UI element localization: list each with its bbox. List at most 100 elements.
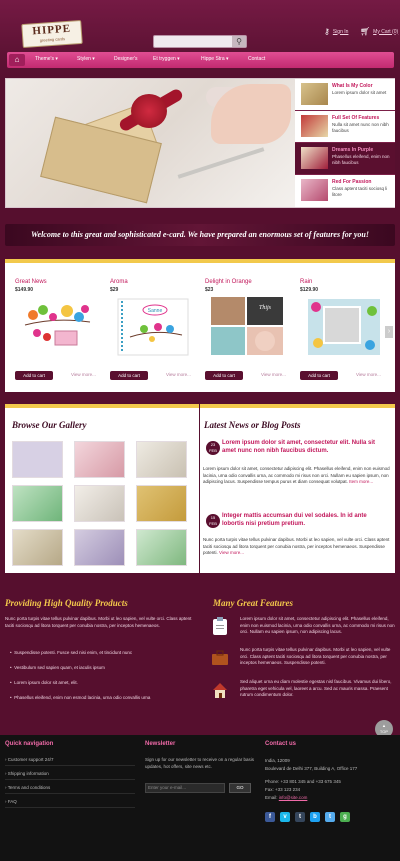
product-name[interactable]: Aroma — [110, 279, 195, 285]
nav-item-themes[interactable]: Theme's ▾ — [35, 56, 58, 62]
date-badge: 23 FEB — [206, 441, 220, 455]
read-more-link[interactable]: View more... — [219, 550, 244, 555]
gallery-thumb[interactable] — [136, 529, 187, 566]
quick-nav-title: Quick navigation — [5, 741, 54, 747]
footer-link[interactable]: › FAQ — [5, 799, 135, 808]
view-more-link[interactable]: View more... — [71, 372, 96, 377]
key-icon: ⚷ — [324, 27, 330, 36]
hero-image[interactable] — [6, 79, 295, 207]
features-title: Many Great Features — [213, 598, 294, 608]
add-to-cart-button[interactable]: Add to cart — [110, 371, 148, 380]
gallery-title: Browse Our Gallery — [12, 420, 87, 430]
contact-title: Contact us — [265, 741, 297, 747]
product-name[interactable]: Rain — [300, 279, 385, 285]
news-title: Latest News or Blog Posts — [204, 420, 301, 430]
feature-text: Nunc porta turpis vitae tellus pulvinar … — [240, 647, 391, 665]
slider-item[interactable]: Full Set Of Features Nulla sit amet nunc… — [295, 111, 395, 143]
product-price: $129.90 — [300, 287, 319, 293]
bullet-item: • Lorem ipsum dolor sit amet, elit. — [10, 680, 78, 685]
product-image[interactable] — [15, 297, 100, 357]
svg-text:Sanne: Sanne — [148, 308, 163, 314]
newsletter-title: Newsletter — [145, 741, 176, 747]
news-body: Nunc porta turpis vitae tellus pulvinar … — [203, 537, 390, 555]
nav-item-et-tryggen[interactable]: Et tryggen ▾ — [153, 56, 180, 62]
briefcase-icon — [212, 649, 228, 667]
facebook-icon[interactable]: f — [265, 812, 275, 822]
footer-link[interactable]: › Customer support 24/7 — [5, 757, 135, 766]
house-icon — [212, 681, 228, 699]
product-image[interactable] — [300, 297, 385, 357]
thumbnail — [301, 147, 328, 169]
product-image[interactable]: Thijs — [205, 297, 290, 357]
date-badge: 15 FEB — [206, 514, 220, 528]
news-body: Lorem ipsum dolor sit amet, consectetur … — [203, 466, 390, 484]
quality-title: Providing High Quality Products — [5, 598, 128, 608]
email-link[interactable]: info@site.com — [279, 795, 308, 800]
newsletter-email-input[interactable]: Enter your e-mail... — [145, 783, 225, 793]
add-to-cart-button[interactable]: Add to cart — [300, 371, 338, 380]
slider-item-active[interactable]: Dreams In Purple Phasellus eleifend, eni… — [295, 143, 395, 175]
feature-text: Sed aliquet urna eu diam molestie egesta… — [240, 679, 392, 697]
product-price: $29 — [110, 287, 119, 293]
twitter-icon[interactable]: t — [325, 812, 335, 822]
gallery-thumb[interactable] — [136, 485, 187, 522]
footer-link[interactable]: › Shipping information — [5, 771, 135, 780]
clipboard-icon — [212, 617, 228, 635]
footer: Quick navigation › Customer support 24/7… — [0, 735, 400, 861]
contact-info: India, 12009 Boulevard de Delhi 377, Bui… — [265, 758, 358, 800]
nav-item-hippe-stra[interactable]: Hippe Stra ▾ — [201, 56, 229, 62]
product-carousel: Great News $149.90 Add to cart View more… — [5, 259, 395, 392]
gallery-thumb[interactable] — [12, 441, 63, 478]
newsletter-go-button[interactable]: GO — [229, 783, 251, 793]
view-more-link[interactable]: View more... — [166, 372, 191, 377]
product-card: Great News $149.90 Add to cart View more… — [15, 279, 100, 380]
footer-link[interactable]: › Terms and conditions — [5, 785, 135, 794]
welcome-banner: Welcome to this great and sophisticated … — [5, 224, 395, 246]
bullet-item: • Vestibulum sed sapien quam, et iaculis… — [10, 665, 105, 670]
product-image[interactable]: Sanne — [110, 297, 195, 357]
slider-item[interactable]: Red For Passion Class aptent taciti soci… — [295, 175, 395, 207]
search-input[interactable]: ⚲ — [153, 35, 247, 48]
quality-text: Nunc porta turpis vitae tellus pulvinar … — [5, 616, 192, 628]
vimeo-icon[interactable]: v — [280, 812, 290, 822]
bullet-item: • Suspendisse potenti. Fusce sed nisi en… — [10, 650, 133, 655]
read-more-link[interactable]: Item more... — [349, 479, 373, 484]
home-icon[interactable]: ⌂ — [9, 54, 25, 66]
news-headline[interactable]: Lorem ipsum dolor sit amet, consectetur … — [222, 439, 387, 455]
thumbnail — [301, 115, 328, 137]
product-name[interactable]: Great News — [15, 279, 100, 285]
news-headline[interactable]: Integer mattis accumsan dui vel sodales.… — [222, 512, 387, 528]
newsletter-text: Sign up for our newsletter to receive on… — [145, 757, 255, 769]
thumbnail — [301, 83, 328, 105]
search-icon[interactable]: ⚲ — [232, 36, 246, 47]
carousel-next-arrow[interactable]: › — [385, 326, 393, 338]
product-card: Rain $129.90 Add to cart View more... — [300, 279, 385, 380]
gallery-section: Browse Our Gallery — [5, 404, 199, 573]
google-icon[interactable]: g — [340, 812, 350, 822]
slider-item[interactable]: What Is My Color Lorem ipsum dolor sit a… — [295, 79, 395, 111]
product-name[interactable]: Delight in Orange — [205, 279, 290, 285]
view-more-link[interactable]: View more... — [356, 372, 381, 377]
tumblr-icon[interactable]: t — [295, 812, 305, 822]
gallery-thumb[interactable] — [74, 485, 125, 522]
sign-in-link[interactable]: ⚷ Sign In — [324, 27, 348, 36]
cart-link[interactable]: 🛒︎ My Cart (0) — [360, 27, 398, 36]
news-section: Latest News or Blog Posts 23 FEB Lorem ip… — [200, 404, 395, 573]
add-to-cart-button[interactable]: Add to cart — [205, 371, 243, 380]
nav-item-stylen[interactable]: Stylen ▾ — [77, 56, 95, 62]
nav-item-designers[interactable]: Designer's — [114, 56, 137, 62]
gallery-thumb[interactable] — [12, 529, 63, 566]
gallery-thumb[interactable] — [136, 441, 187, 478]
view-more-link[interactable]: View more... — [261, 372, 286, 377]
gallery-thumb[interactable] — [74, 529, 125, 566]
gallery-thumb[interactable] — [12, 485, 63, 522]
bullet-item: • Phasellus eleifend, enim non esmod lac… — [10, 695, 151, 700]
cart-icon: 🛒︎ — [360, 27, 371, 36]
svg-text:Thijs: Thijs — [259, 305, 272, 311]
sign-in-label: Sign In — [332, 28, 349, 35]
nav-item-contact[interactable]: Contact — [248, 56, 265, 62]
gallery-thumb[interactable] — [74, 441, 125, 478]
logo[interactable]: HIPPE greeting cards — [21, 19, 83, 49]
blogger-icon[interactable]: b — [310, 812, 320, 822]
add-to-cart-button[interactable]: Add to cart — [15, 371, 53, 380]
